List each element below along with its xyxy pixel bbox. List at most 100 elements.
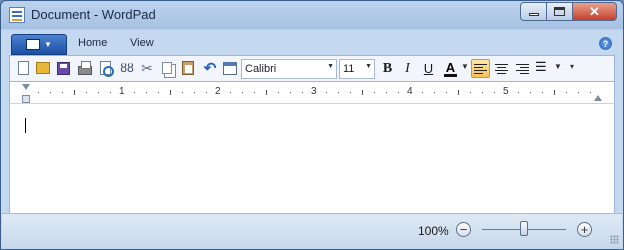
app-menu-button[interactable]: ▼ (11, 34, 67, 55)
ruler-number: 3 (311, 86, 317, 97)
ruler-dot (470, 92, 471, 93)
window-title: Document - WordPad (31, 7, 156, 22)
maximize-button[interactable] (547, 2, 573, 21)
document-editor[interactable] (9, 104, 615, 213)
font-family-select[interactable]: Calibri ▼ (241, 59, 337, 79)
underline-button[interactable]: U (420, 60, 437, 77)
copy-button[interactable] (159, 60, 175, 76)
close-icon: ✕ (589, 3, 600, 19)
ruler-dot (182, 92, 183, 93)
new-document-button[interactable] (15, 60, 31, 76)
font-color-button[interactable]: A (442, 60, 459, 77)
copy-icon (162, 62, 172, 74)
calendar-icon (223, 61, 237, 75)
ruler-dot (542, 92, 543, 93)
ruler-dot (494, 92, 495, 93)
undo-button[interactable]: ↶ (202, 60, 218, 77)
close-button[interactable]: ✕ (573, 2, 617, 21)
first-line-indent-marker[interactable] (22, 84, 30, 90)
ruler-dot (302, 92, 303, 93)
tab-view[interactable]: View (130, 37, 154, 49)
ruler-dot (278, 92, 279, 93)
save-button[interactable] (55, 60, 71, 76)
paste-icon (182, 61, 194, 75)
italic-button[interactable]: I (399, 60, 416, 77)
ruler-half-tick (170, 90, 171, 95)
print-preview-button[interactable] (97, 60, 114, 77)
ruler-dot (590, 92, 591, 93)
align-center-button[interactable] (492, 59, 511, 78)
status-bar: 100% − + (2, 213, 622, 247)
help-icon[interactable]: ? (599, 37, 612, 50)
right-indent-marker[interactable] (594, 95, 602, 101)
font-family-value: Calibri (245, 63, 277, 75)
ruler-half-tick (266, 90, 267, 95)
ruler-dot (254, 92, 255, 93)
ruler-dot (374, 92, 375, 93)
cut-button[interactable]: ✂ (139, 60, 155, 76)
bullet-list-dropdown[interactable]: ▼ (554, 62, 562, 71)
print-icon (78, 60, 92, 75)
chevron-down-icon: ▼ (327, 63, 334, 70)
bullet-list-icon: ☰ (535, 59, 547, 74)
ruler-dot (134, 92, 135, 93)
ruler-dot (194, 92, 195, 93)
minimize-button[interactable] (520, 2, 547, 21)
font-size-select[interactable]: 11 ▼ (339, 59, 375, 79)
binoculars-icon: ȣȣ (120, 61, 134, 75)
resize-grip-icon[interactable] (610, 235, 619, 244)
quick-toolbar: ȣȣ ✂ ↶ Calibri ▼ 11 ▼ B I U A ▼ ☰ ▼ ▾ (9, 55, 615, 81)
ruler[interactable]: 1 2 3 4 5 (9, 81, 615, 104)
ruler-number: 5 (503, 86, 509, 97)
find-button[interactable]: ȣȣ (119, 60, 135, 76)
new-document-icon (17, 61, 29, 75)
ruler-half-tick (458, 90, 459, 95)
customize-toolbar-button[interactable]: ▾ (570, 62, 574, 71)
minus-icon: − (459, 222, 468, 237)
left-indent-marker[interactable] (22, 95, 30, 103)
tab-home[interactable]: Home (78, 37, 107, 49)
chevron-down-icon: ▼ (44, 40, 52, 49)
ruler-dot (566, 92, 567, 93)
ruler-dot (338, 92, 339, 93)
ruler-dot (230, 92, 231, 93)
ruler-number: 1 (119, 86, 125, 97)
open-button[interactable] (35, 60, 51, 76)
ribbon-tabs: ▼ Home View ? (2, 33, 622, 55)
ruler-number: 2 (215, 86, 221, 97)
save-icon (56, 61, 70, 75)
wordpad-window: Document - WordPad ✕ ▼ Home View ? ȣȣ ✂ (0, 0, 624, 250)
ruler-dot (62, 92, 63, 93)
app-menu-icon (26, 39, 41, 50)
font-color-dropdown[interactable]: ▼ (461, 62, 469, 71)
font-color-swatch (444, 74, 457, 77)
minimize-icon (528, 13, 539, 16)
zoom-in-button[interactable]: + (577, 222, 592, 237)
paste-button[interactable] (180, 60, 196, 76)
ruler-dot (518, 92, 519, 93)
font-size-value: 11 (343, 63, 355, 75)
maximize-icon (554, 7, 565, 16)
plus-icon: + (580, 222, 589, 237)
ruler-dot (434, 92, 435, 93)
text-caret (25, 118, 26, 133)
ruler-half-tick (554, 90, 555, 95)
zoom-slider-thumb[interactable] (520, 221, 528, 236)
ruler-dot (446, 92, 447, 93)
insert-date-button[interactable] (222, 60, 238, 76)
title-bar[interactable]: Document - WordPad ✕ (1, 1, 623, 30)
zoom-out-button[interactable]: − (456, 222, 471, 237)
ruler-dot (398, 92, 399, 93)
ruler-dot (86, 92, 87, 93)
bold-button[interactable]: B (379, 60, 396, 77)
print-button[interactable] (77, 60, 93, 76)
align-left-button[interactable] (471, 59, 490, 78)
ruler-dot (98, 92, 99, 93)
ruler-dot (578, 92, 579, 93)
undo-icon: ↶ (203, 60, 217, 77)
ruler-dot (350, 92, 351, 93)
wordpad-icon[interactable] (9, 7, 25, 23)
align-right-button[interactable] (513, 59, 532, 78)
scissors-icon: ✂ (141, 59, 153, 76)
ruler-dot (386, 92, 387, 93)
